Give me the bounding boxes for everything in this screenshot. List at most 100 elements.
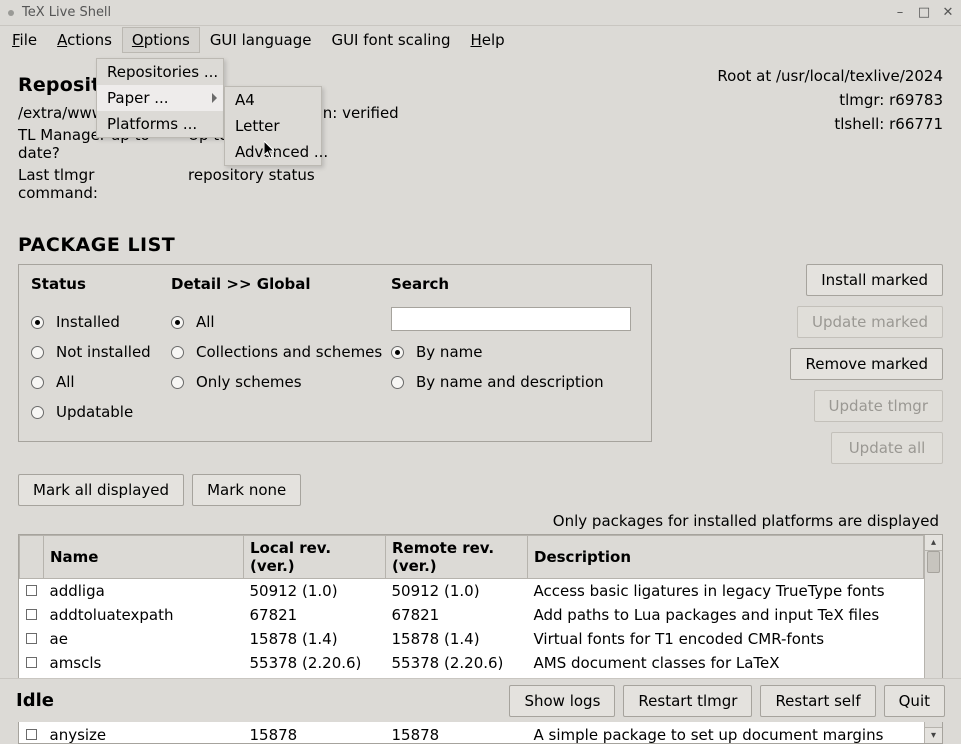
quit-button[interactable]: Quit	[884, 685, 945, 717]
tlmgr-version: tlmgr: r69783	[717, 88, 943, 112]
radio-status-updatable[interactable]: Updatable	[31, 403, 171, 421]
side-actions: Install marked Update marked Remove mark…	[790, 264, 943, 464]
paper-letter[interactable]: Letter	[225, 113, 321, 139]
maximize-button[interactable]: □	[919, 8, 929, 18]
col-remote-rev[interactable]: Remote rev. (ver.)	[386, 536, 528, 579]
options-paper-label: Paper ...	[107, 89, 169, 107]
row-name: anysize	[44, 723, 244, 743]
scroll-up-arrow-icon[interactable]: ▴	[925, 535, 942, 551]
options-dropdown: Repositories ... Paper ... Platforms ...	[96, 58, 224, 138]
radio-icon	[171, 376, 184, 389]
row-description: AMS document classes for LaTeX	[528, 651, 924, 675]
options-paper[interactable]: Paper ...	[97, 85, 223, 111]
update-tlmgr-button[interactable]: Update tlmgr	[814, 390, 943, 422]
col-description[interactable]: Description	[528, 536, 924, 579]
paper-a4[interactable]: A4	[225, 87, 321, 113]
row-local-rev: 15878 (1.4)	[244, 627, 386, 651]
row-name: ae	[44, 627, 244, 651]
row-local-rev: 15878	[244, 723, 386, 743]
paper-submenu: A4 Letter Advanced ...	[224, 86, 322, 166]
update-marked-button[interactable]: Update marked	[797, 306, 943, 338]
col-checkbox[interactable]	[20, 536, 44, 579]
show-logs-button[interactable]: Show logs	[509, 685, 615, 717]
row-remote-rev: 55378 (2.20.6)	[386, 651, 528, 675]
radio-detail-all[interactable]: All	[171, 313, 391, 331]
radio-icon	[171, 346, 184, 359]
filter-search-label: Search	[391, 275, 639, 293]
row-local-rev: 55378 (2.20.6)	[244, 651, 386, 675]
radio-icon	[31, 376, 44, 389]
menu-options[interactable]: Options	[122, 27, 200, 53]
radio-status-not-installed[interactable]: Not installed	[31, 343, 171, 361]
row-checkbox[interactable]	[26, 585, 37, 596]
radio-detail-collections[interactable]: Collections and schemes	[171, 343, 391, 361]
row-name: amscls	[44, 651, 244, 675]
options-platforms[interactable]: Platforms ...	[97, 111, 223, 137]
close-button[interactable]: ✕	[943, 8, 953, 18]
menu-help[interactable]: Help	[460, 27, 514, 53]
search-input[interactable]	[391, 307, 631, 331]
filter-panel: Status Installed Not installed All Updat…	[18, 264, 652, 442]
radio-icon	[391, 346, 404, 359]
restart-tlmgr-button[interactable]: Restart tlmgr	[623, 685, 752, 717]
last-command-value: repository status	[188, 166, 315, 202]
paper-advanced[interactable]: Advanced ...	[225, 139, 321, 165]
mark-none-button[interactable]: Mark none	[192, 474, 301, 506]
radio-search-by-name[interactable]: By name	[391, 343, 639, 361]
options-repositories[interactable]: Repositories ...	[97, 59, 223, 85]
install-marked-button[interactable]: Install marked	[806, 264, 943, 296]
row-name: addtoluatexpath	[44, 603, 244, 627]
menu-file[interactable]: File	[2, 27, 47, 53]
window-title: TeX Live Shell	[22, 5, 881, 20]
minimize-button[interactable]: –	[895, 8, 905, 18]
update-all-button[interactable]: Update all	[831, 432, 943, 464]
row-local-rev: 67821	[244, 603, 386, 627]
platforms-note: Only packages for installed platforms ar…	[18, 512, 943, 530]
row-name: addliga	[44, 579, 244, 604]
radio-search-by-name-desc[interactable]: By name and description	[391, 373, 639, 391]
menu-gui-language[interactable]: GUI language	[200, 27, 322, 53]
tlshell-version: tlshell: r66771	[717, 112, 943, 136]
row-remote-rev: 50912 (1.0)	[386, 579, 528, 604]
radio-detail-schemes[interactable]: Only schemes	[171, 373, 391, 391]
row-remote-rev: 67821	[386, 603, 528, 627]
row-checkbox[interactable]	[26, 729, 37, 740]
table-row[interactable]: addliga50912 (1.0)50912 (1.0)Access basi…	[20, 579, 924, 604]
row-remote-rev: 15878 (1.4)	[386, 627, 528, 651]
radio-status-all[interactable]: All	[31, 373, 171, 391]
table-row[interactable]: ae15878 (1.4)15878 (1.4)Virtual fonts fo…	[20, 627, 924, 651]
table-row[interactable]: addtoluatexpath6782167821Add paths to Lu…	[20, 603, 924, 627]
mark-all-button[interactable]: Mark all displayed	[18, 474, 184, 506]
window-indicator-icon	[8, 10, 14, 16]
menu-actions[interactable]: Actions	[47, 27, 122, 53]
radio-icon	[31, 406, 44, 419]
filter-detail-label: Detail >> Global	[171, 275, 391, 293]
version-info: Root at /usr/local/texlive/2024 tlmgr: r…	[717, 64, 943, 206]
root-path: Root at /usr/local/texlive/2024	[717, 64, 943, 88]
col-name[interactable]: Name	[44, 536, 244, 579]
radio-status-installed[interactable]: Installed	[31, 313, 171, 331]
radio-icon	[391, 376, 404, 389]
row-description: Access basic ligatures in legacy TrueTyp…	[528, 579, 924, 604]
bottom-bar: Idle Show logs Restart tlmgr Restart sel…	[0, 678, 961, 722]
scroll-down-arrow-icon[interactable]: ▾	[925, 727, 942, 743]
row-checkbox[interactable]	[26, 633, 37, 644]
remove-marked-button[interactable]: Remove marked	[790, 348, 943, 380]
row-checkbox[interactable]	[26, 609, 37, 620]
package-list-heading: PACKAGE LIST	[18, 234, 943, 256]
submenu-arrow-icon	[212, 93, 217, 103]
radio-icon	[31, 346, 44, 359]
table-row[interactable]: amscls55378 (2.20.6)55378 (2.20.6)AMS do…	[20, 651, 924, 675]
menu-gui-font-scaling[interactable]: GUI font scaling	[321, 27, 460, 53]
scroll-thumb[interactable]	[927, 551, 940, 573]
radio-icon	[31, 316, 44, 329]
row-description: Virtual fonts for T1 encoded CMR-fonts	[528, 627, 924, 651]
row-checkbox[interactable]	[26, 657, 37, 668]
table-row[interactable]: anysize1587815878A simple package to set…	[20, 723, 924, 743]
radio-icon	[171, 316, 184, 329]
menubar: File Actions Options GUI language GUI fo…	[0, 26, 961, 54]
restart-self-button[interactable]: Restart self	[760, 685, 875, 717]
col-local-rev[interactable]: Local rev. (ver.)	[244, 536, 386, 579]
status-text: Idle	[16, 690, 509, 711]
titlebar: TeX Live Shell – □ ✕	[0, 0, 961, 26]
